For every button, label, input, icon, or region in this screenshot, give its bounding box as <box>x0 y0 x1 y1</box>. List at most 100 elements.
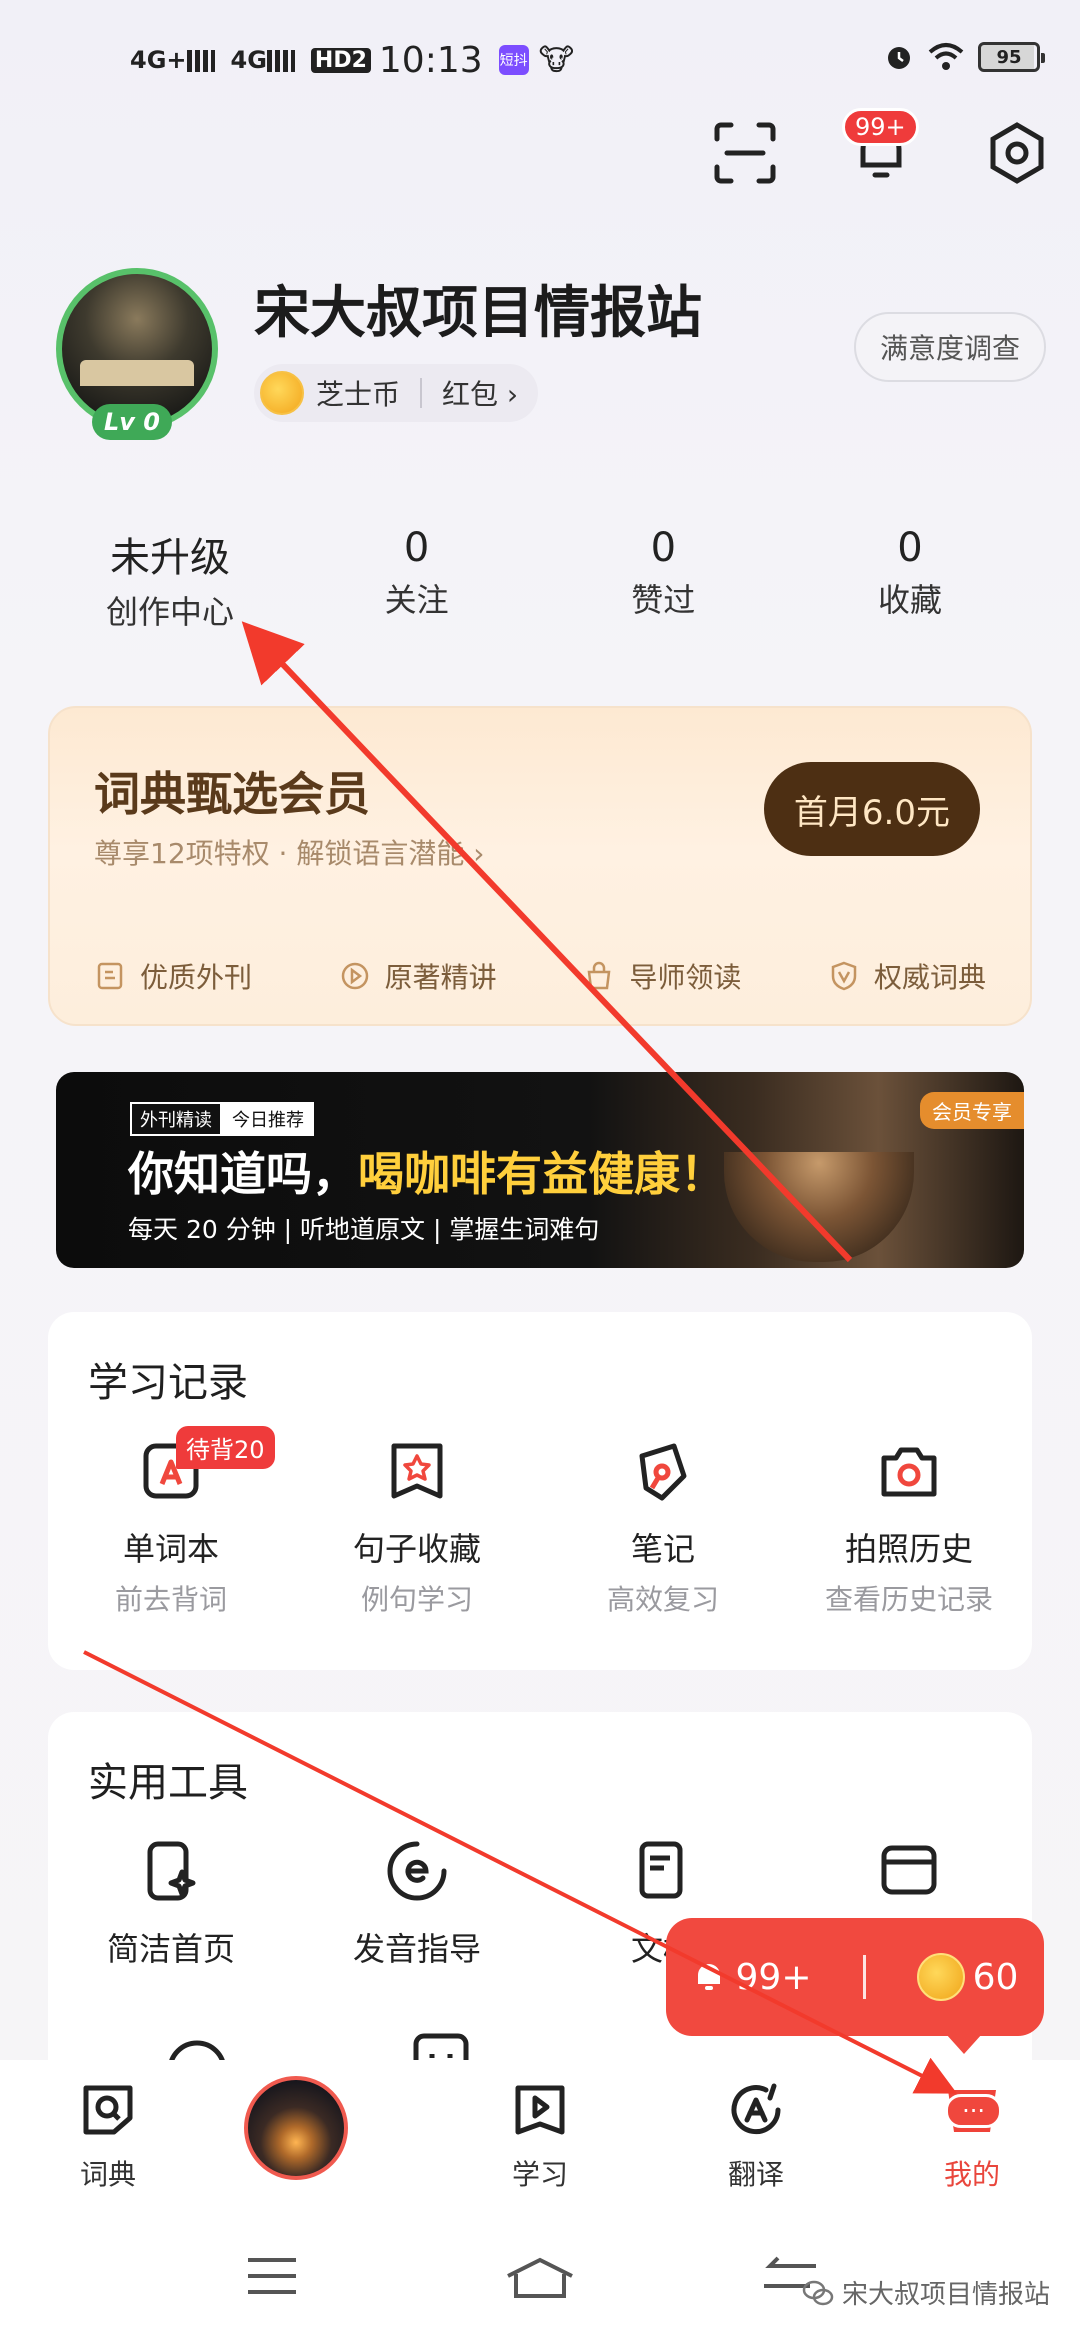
stats-row: 未升级 创作中心 0 关注 0 赞过 0 收藏 <box>50 525 1030 633</box>
divider <box>862 1955 866 1999</box>
item-subtitle: 高效复习 <box>606 1583 719 1616</box>
watermark: 宋大叔项目情报站 <box>802 2274 1050 2311</box>
nickname[interactable]: 宋大叔项目情报站 <box>254 268 702 349</box>
stat-creator-center[interactable]: 未升级 创作中心 <box>50 525 290 633</box>
item-title: 笔记 <box>630 1530 695 1568</box>
banner-tag: 今日推荐 <box>222 1102 314 1136</box>
profile-section: Lv 0 宋大叔项目情报站 芝士币 红包 › 满意度调查 <box>56 268 1050 440</box>
item-subtitle: 查看历史记录 <box>824 1583 993 1616</box>
study-record-card: 学习记录 待背20 单词本 前去背词 句子收藏 例句学习 笔记 高效复习 拍照历… <box>48 1312 1032 1670</box>
signal-indicator-1: 4G+ <box>130 46 215 74</box>
scan-icon <box>714 122 776 184</box>
nav-learn[interactable]: 学习 <box>460 2080 620 2193</box>
floating-coins[interactable]: 60 <box>916 1953 1019 2001</box>
vip-feature-classics[interactable]: 原著精讲 <box>339 956 497 996</box>
vip-purchase-button[interactable]: 首月6.0元 <box>763 762 980 856</box>
vip-feature-dictionary[interactable]: 权威词典 <box>828 956 986 996</box>
study-item-photo-history[interactable]: 拍照历史 查看历史记录 <box>786 1438 1032 1618</box>
bell-icon <box>697 1964 720 1990</box>
nav-label: 翻译 <box>727 2158 784 2191</box>
divider <box>420 378 423 408</box>
pending-review-badge: 待背20 <box>176 1426 275 1469</box>
sentence-bookmark-icon <box>391 1443 443 1499</box>
wechat-icon <box>802 2280 834 2305</box>
stat-label: 关注 <box>384 581 449 619</box>
stat-value: 0 <box>650 525 677 571</box>
nav-label: 学习 <box>511 2158 568 2191</box>
banner-tag: 外刊精读 <box>130 1102 222 1136</box>
promo-banner[interactable]: 外刊精读 今日推荐 你知道吗，喝咖啡有益健康！ 每天 20 分钟 | 听地道原文… <box>56 1072 1024 1268</box>
stat-following[interactable]: 0 关注 <box>297 525 537 633</box>
nav-label: 我的 <box>943 2158 1000 2191</box>
vip-feature-label: 导师领读 <box>629 961 742 994</box>
message-count-badge: 99+ <box>842 108 919 146</box>
coin-label[interactable]: 芝士币 <box>316 373 400 413</box>
messages-button[interactable]: 99+ <box>842 108 919 186</box>
vip-feature-label: 权威词典 <box>873 961 986 994</box>
browser-icon <box>881 1845 937 1895</box>
watermark-text: 宋大叔项目情报站 <box>841 2280 1050 2310</box>
tools-card: 实用工具 简洁首页 发音指导 文档 <box>48 1712 1032 2112</box>
menu-icon[interactable] <box>244 2256 300 2296</box>
avatar-image-book <box>80 360 194 386</box>
stat-liked[interactable]: 0 赞过 <box>543 525 783 633</box>
banner-headline-highlight: 喝咖啡有益健康！ <box>358 1147 726 1201</box>
banner-headline: 你知道吗，喝咖啡有益健康！ <box>128 1138 726 1204</box>
signal-indicator-2: 4G <box>231 46 295 74</box>
system-nav-bar: 宋大叔项目情报站 <box>0 2210 1080 2340</box>
banner-headline-part1: 你知道吗， <box>128 1147 358 1201</box>
vip-feature-tutor[interactable]: 导师领读 <box>583 956 741 996</box>
cow-app-icon: 🐮 <box>538 42 575 78</box>
translate-icon <box>731 2083 781 2135</box>
nav-translate[interactable]: 翻译 <box>676 2080 836 2193</box>
more-dots-badge: ··· <box>945 2094 1002 2128</box>
nav-center-feature[interactable] <box>244 2076 404 2180</box>
study-grid: 待背20 单词本 前去背词 句子收藏 例句学习 笔记 高效复习 拍照历史 查看历… <box>48 1426 1032 1618</box>
nav-dictionary[interactable]: 词典 <box>28 2080 188 2193</box>
clock: 10:13 <box>378 39 483 81</box>
stat-favorites[interactable]: 0 收藏 <box>790 525 1030 633</box>
vip-feature-journals[interactable]: 优质外刊 <box>94 956 252 996</box>
stat-value: 0 <box>897 525 923 571</box>
wallet-pill[interactable]: 芝士币 红包 › <box>254 364 539 422</box>
stat-value: 0 <box>403 525 430 571</box>
item-title: 拍照历史 <box>844 1530 973 1568</box>
dictionary-search-icon <box>83 2085 133 2135</box>
settings-icon <box>990 122 1044 184</box>
header-actions: 99+ <box>712 108 1050 186</box>
vip-title: 词典甄选会员 <box>94 767 370 821</box>
vip-subtitle[interactable]: 尊享12项特权 · 解锁语言潜能 › <box>94 832 484 872</box>
document-icon <box>639 1841 683 1899</box>
camera-icon <box>881 1447 937 1497</box>
stat-label: 赞过 <box>631 581 696 619</box>
wifi-icon <box>928 43 964 70</box>
settings-button[interactable] <box>984 120 1050 186</box>
pronunciation-icon <box>387 1841 447 1901</box>
tool-pronunciation[interactable]: 发音指导 <box>294 1838 540 1970</box>
item-title: 发音指导 <box>352 1930 481 1968</box>
item-title: 简洁首页 <box>106 1930 235 1968</box>
nav-me[interactable]: ··· 我的 <box>892 2080 1052 2193</box>
bottom-nav: 词典 学习 翻译 ··· 我的 <box>0 2060 1080 2210</box>
floating-messages[interactable]: 99+ <box>692 1957 812 1998</box>
vip-feature-label: 原著精讲 <box>384 961 497 994</box>
floating-rewards-pill[interactable]: 99+ 60 <box>666 1918 1044 2054</box>
learn-play-icon <box>515 2085 565 2135</box>
coffee-cup-image <box>724 1152 914 1262</box>
notes-icon <box>639 1443 687 1501</box>
survey-button[interactable]: 满意度调查 <box>853 312 1046 382</box>
floating-coin-count: 60 <box>972 1956 1019 1998</box>
home-icon[interactable] <box>504 2256 576 2300</box>
vip-card[interactable]: 词典甄选会员 尊享12项特权 · 解锁语言潜能 › 首月6.0元 优质外刊 原著… <box>48 706 1032 1026</box>
study-item-sentences[interactable]: 句子收藏 例句学习 <box>294 1438 540 1618</box>
center-feature-image <box>244 2076 348 2180</box>
phone-sparkle-icon <box>147 1841 196 1901</box>
study-item-notes[interactable]: 笔记 高效复习 <box>540 1438 786 1618</box>
vip-only-tag: 会员专享 <box>920 1092 1024 1129</box>
study-item-wordbook[interactable]: 待背20 单词本 前去背词 <box>48 1426 294 1618</box>
red-packet-link[interactable]: 红包 › <box>442 373 518 413</box>
shield-v-icon <box>831 961 857 991</box>
scan-button[interactable] <box>712 120 778 186</box>
battery-indicator: 95 <box>978 42 1045 72</box>
tool-simple-home[interactable]: 简洁首页 <box>48 1838 294 1970</box>
